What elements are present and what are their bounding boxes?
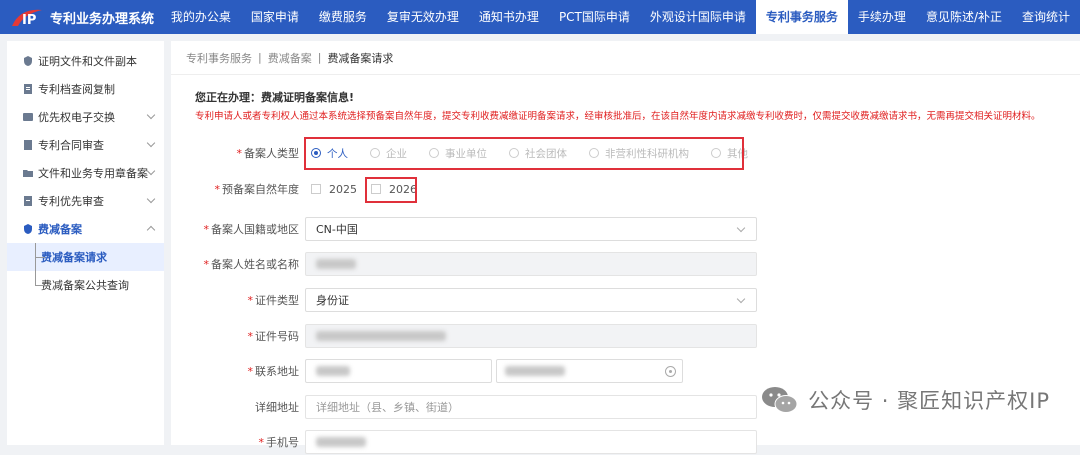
nav-opinion-correction[interactable]: 意见陈述/补正 [916, 0, 1012, 34]
nav-my-desk[interactable]: 我的办公桌 [161, 0, 241, 34]
notice-text: 专利申请人或者专利权人通过本系统选择预备案自然年度，提交专利收费减缴证明备案请求… [195, 111, 1041, 122]
svg-text:IP: IP [22, 13, 36, 28]
redacted-value [505, 366, 565, 376]
ip-logo-icon: IP [12, 9, 42, 28]
tree-branch [35, 257, 45, 258]
address-province-select[interactable] [305, 359, 492, 383]
highlight-box [304, 137, 744, 170]
sidebar-subitem-fee-reduction-request[interactable]: 费减备案请求 [7, 243, 164, 271]
chevron-down-icon [736, 294, 746, 304]
clear-icon[interactable] [665, 366, 676, 377]
top-navbar: IP 专利业务办理系统 我的办公桌 国家申请 缴费服务 复审无效办理 通知书办理… [0, 0, 1080, 34]
chevron-down-icon [146, 138, 156, 148]
breadcrumb-item[interactable]: 费减备案 [268, 50, 312, 66]
sidebar-item-priority-exchange[interactable]: 优先权电子交换 [7, 103, 164, 131]
sidebar-item-seal-filing[interactable]: 文件和业务专用章备案 [7, 159, 164, 187]
nav-design-international[interactable]: 外观设计国际申请 [640, 0, 756, 34]
redacted-value [316, 366, 350, 376]
address-label: * 联系地址 [247, 365, 300, 378]
main-nav: 我的办公桌 国家申请 缴费服务 复审无效办理 通知书办理 PCT国际申请 外观设… [161, 0, 1080, 34]
watermark: 公众号 · 聚匠知识产权IP [760, 385, 1050, 415]
exchange-icon [23, 113, 33, 121]
sidebar-item-certificates[interactable]: 证明文件和文件副本 [7, 47, 164, 75]
nav-fee-service[interactable]: 缴费服务 [309, 0, 377, 34]
sidebar-subitem-public-query[interactable]: 费减备案公共查询 [7, 271, 164, 299]
nav-pct[interactable]: PCT国际申请 [549, 0, 640, 34]
nationality-select[interactable]: CN-中国 [305, 217, 757, 241]
tree-line [35, 271, 36, 285]
breadcrumb: 专利事务服务 | 费减备案 | 费减备案请求 [171, 41, 1080, 75]
cert-no-label: * 证件号码 [247, 330, 300, 343]
cert-no-input[interactable] [305, 324, 757, 348]
cert-type-select[interactable]: 身份证 [305, 288, 757, 312]
app-title: 专利业务办理系统 [50, 11, 155, 27]
nav-patent-affairs[interactable]: 专利事务服务 [755, 0, 848, 34]
folder-icon [23, 170, 33, 177]
wechat-icon [762, 387, 798, 413]
redacted-value [316, 259, 356, 269]
chevron-down-icon [736, 223, 746, 233]
year-label: * 预备案自然年度 [214, 183, 300, 196]
sidebar-item-contract-review[interactable]: 专利合同审查 [7, 131, 164, 159]
address-city-select[interactable] [496, 359, 683, 383]
cert-no-row: * 证件号码 [171, 323, 1080, 349]
detail-address-input[interactable]: 详细地址（县、乡镇、街道） [305, 395, 757, 419]
highlight-box [365, 177, 417, 203]
nav-notices[interactable]: 通知书办理 [469, 0, 549, 34]
address-row: * 联系地址 [171, 358, 1080, 384]
sidebar-item-priority-review[interactable]: 专利优先审查 [7, 187, 164, 215]
checkbox-2025[interactable]: 2025 [311, 183, 357, 196]
cert-type-row: * 证件类型 身份证 [171, 287, 1080, 313]
applicant-type-label: * 备案人类型 [236, 147, 300, 160]
redacted-value [316, 437, 366, 447]
name-input[interactable] [305, 252, 757, 276]
year-row: * 预备案自然年度 2025 2026 [171, 176, 1080, 202]
tree-branch [35, 285, 45, 286]
phone-label: * 手机号 [258, 436, 300, 449]
shield-icon [24, 56, 32, 66]
phone-input[interactable] [305, 430, 757, 454]
shield-icon [24, 224, 32, 234]
name-label: * 备案人姓名或名称 [203, 258, 300, 271]
watermark-text: 公众号 · 聚匠知识产权IP [808, 389, 1050, 413]
sidebar-item-file-copy[interactable]: 专利档查阅复制 [7, 75, 164, 103]
brand[interactable]: IP 专利业务办理系统 [0, 0, 161, 34]
redacted-value [316, 331, 446, 341]
notice-title: 您正在办理：费减证明备案信息! [195, 91, 355, 104]
chevron-up-icon [146, 225, 156, 235]
review-icon [24, 196, 32, 206]
nav-reexamination[interactable]: 复审无效办理 [377, 0, 469, 34]
chevron-down-icon [146, 110, 156, 120]
breadcrumb-current: 费减备案请求 [327, 51, 394, 65]
sidebar-item-fee-reduction[interactable]: 费减备案 [7, 215, 164, 243]
breadcrumb-item[interactable]: 专利事务服务 [186, 50, 252, 66]
cert-type-label: * 证件类型 [247, 294, 300, 307]
nationality-row: * 备案人国籍或地区 CN-中国 [171, 216, 1080, 242]
document-icon [24, 84, 32, 94]
chevron-down-icon [146, 194, 156, 204]
breadcrumb-separator: | [317, 51, 322, 64]
name-row: * 备案人姓名或名称 [171, 251, 1080, 277]
nationality-label: * 备案人国籍或地区 [203, 223, 300, 236]
nav-procedures[interactable]: 手续办理 [848, 0, 916, 34]
nav-national-application[interactable]: 国家申请 [241, 0, 309, 34]
sidebar: 证明文件和文件副本 专利档查阅复制 优先权电子交换 专利合同审查 文件和业务专用… [7, 41, 164, 445]
contract-icon [24, 140, 32, 150]
breadcrumb-separator: | [258, 51, 262, 64]
nav-query-statistics[interactable]: 查询统计 [1012, 0, 1080, 34]
chevron-down-icon [146, 166, 156, 176]
detail-address-label: 详细地址 [255, 401, 299, 414]
phone-row: * 手机号 [171, 429, 1080, 455]
